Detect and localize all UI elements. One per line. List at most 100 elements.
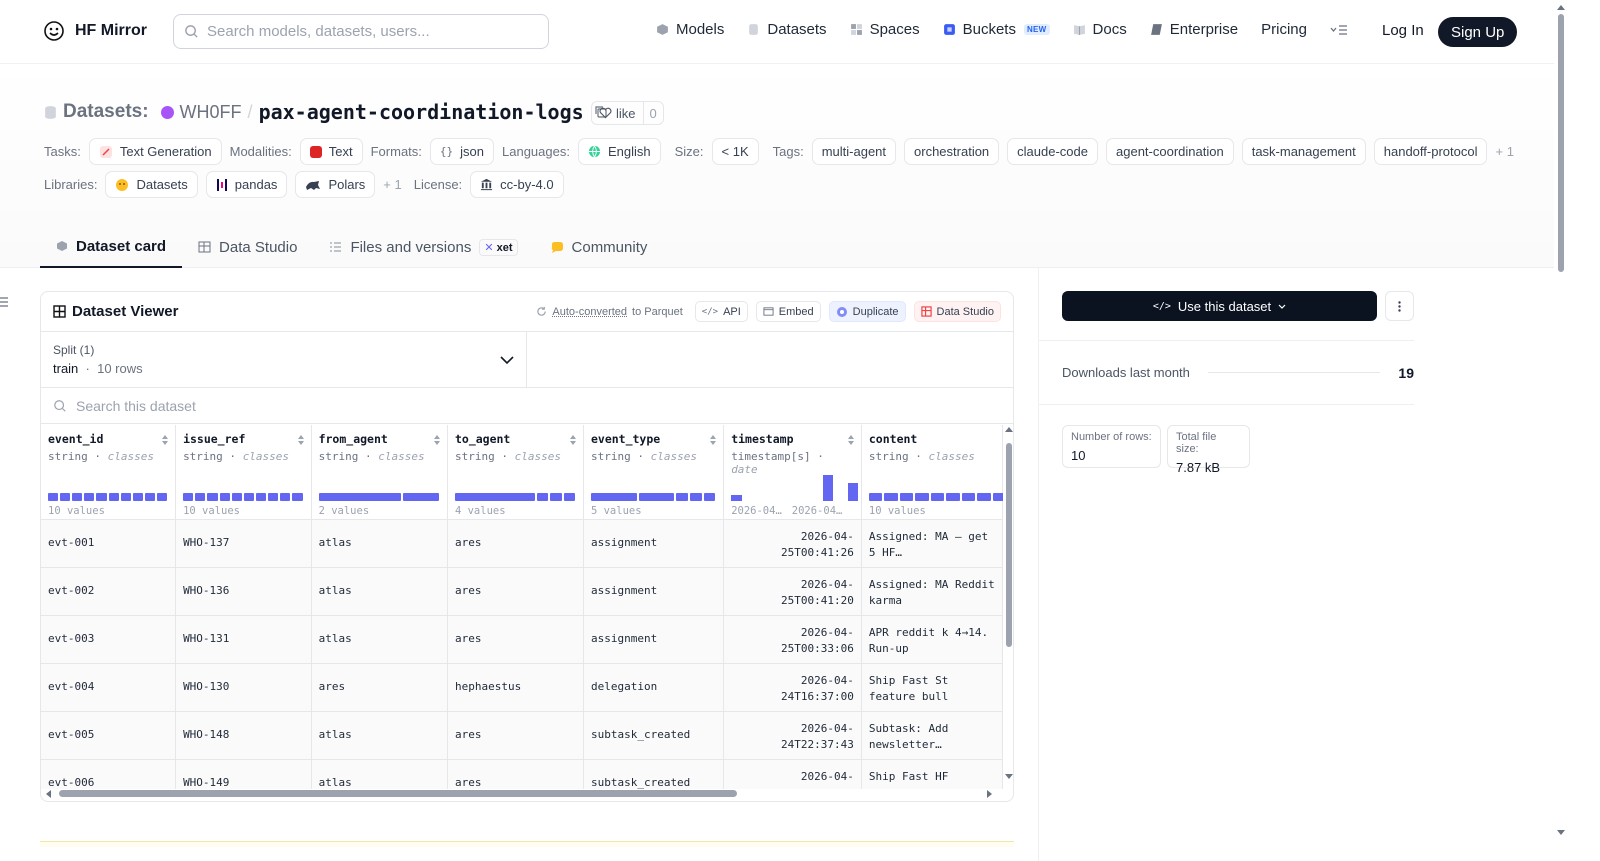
column-histogram xyxy=(590,493,716,501)
tag-agent-coordination[interactable]: agent-coordination xyxy=(1106,138,1234,165)
column-histogram xyxy=(454,493,575,501)
sort-icon[interactable] xyxy=(161,434,169,446)
horizontal-scrollbar[interactable] xyxy=(41,786,1003,802)
column-header-from-agent[interactable]: from_agent string · classes 2 values xyxy=(311,425,448,520)
libraries-key: Libraries: xyxy=(44,177,98,192)
column-header-timestamp[interactable]: timestamp timestamp[s] · date 2026-04… 20… xyxy=(723,425,862,520)
viewer-title: Dataset Viewer xyxy=(53,303,178,320)
nav-enterprise-label: Enterprise xyxy=(1169,21,1239,38)
lib-datasets[interactable]: Datasets xyxy=(105,171,198,198)
nav-spaces[interactable]: Spaces xyxy=(850,21,920,38)
tab-files-and-versions[interactable]: Files and versions ✕ xet xyxy=(313,226,533,268)
column-name: event_type xyxy=(590,432,661,446)
libraries-more[interactable]: + 1 xyxy=(383,177,401,192)
nav-pricing-label: Pricing xyxy=(1261,21,1307,38)
sort-icon[interactable] xyxy=(433,434,441,446)
tab-label: Dataset card xyxy=(76,237,167,255)
like-button[interactable]: like 0 xyxy=(591,101,664,125)
nav-docs[interactable]: Docs xyxy=(1073,21,1127,38)
column-name: event_id xyxy=(48,432,104,446)
heart-icon xyxy=(599,107,612,119)
tab-dataset-card[interactable]: Dataset card xyxy=(40,226,183,268)
sidebar-toggle-icon[interactable] xyxy=(0,297,9,307)
brand-logo[interactable]: HF Mirror xyxy=(42,19,147,43)
cell-issue-ref: WHO-130 xyxy=(175,663,312,712)
login-link[interactable]: Log In xyxy=(1382,22,1424,39)
global-search-input[interactable]: Search models, datasets, users... xyxy=(173,14,549,49)
nav-datasets[interactable]: Datasets xyxy=(747,21,827,38)
column-header-issue-ref[interactable]: issue_ref string · classes 10 values xyxy=(175,425,312,520)
table-row[interactable]: evt-002 WHO-136 atlas ares assignment 20… xyxy=(41,567,1003,616)
tag-license[interactable]: cc-by-4.0 xyxy=(470,171,564,198)
use-this-dataset-button[interactable]: </> Use this dataset xyxy=(1062,291,1377,321)
nav-buckets[interactable]: Buckets NEW xyxy=(943,21,1050,38)
more-options-button[interactable] xyxy=(1385,291,1414,321)
tag-task-management[interactable]: task-management xyxy=(1241,138,1366,165)
embed-button[interactable]: Embed xyxy=(755,301,821,322)
tag-size[interactable]: < 1K xyxy=(711,138,759,165)
data-studio-button[interactable]: Data Studio xyxy=(913,301,1001,322)
dataset-icon xyxy=(45,105,56,119)
column-name: issue_ref xyxy=(183,432,246,446)
polars-icon xyxy=(306,180,321,190)
nav-more-menu[interactable] xyxy=(1330,24,1348,36)
split-selector[interactable]: Split (1) train · 10 rows xyxy=(41,332,527,387)
nav-pricing[interactable]: Pricing xyxy=(1261,21,1307,38)
column-header-to-agent[interactable]: to_agent string · classes 4 values xyxy=(447,425,584,520)
cell-from-agent: ares xyxy=(311,663,448,712)
sort-icon[interactable] xyxy=(847,434,855,446)
api-button[interactable]: </> API xyxy=(694,301,748,322)
dataset-name[interactable]: pax-agent-coordination-logs xyxy=(259,100,584,124)
table-row[interactable]: evt-003 WHO-131 atlas ares assignment 20… xyxy=(41,615,1003,664)
size-value: 7.87 kB xyxy=(1176,460,1221,475)
tag-text-generation[interactable]: Text Generation xyxy=(88,138,222,165)
sort-icon[interactable] xyxy=(709,434,717,446)
data-grid: event_id string · classes 10 values issu… xyxy=(41,425,1003,789)
models-icon xyxy=(657,24,668,35)
text-modality-icon xyxy=(309,145,322,158)
owner-link[interactable]: WH0FF xyxy=(180,102,242,123)
column-header-content[interactable]: content string · classes 10 values xyxy=(861,425,1003,520)
tag-multi-agent[interactable]: multi-agent xyxy=(811,138,897,165)
signup-button[interactable]: Sign Up xyxy=(1438,17,1518,47)
files-icon xyxy=(330,242,342,252)
dataset-search-input[interactable]: Search this dataset xyxy=(41,388,1013,424)
size-label: Total file size: xyxy=(1176,431,1217,455)
sort-icon[interactable] xyxy=(569,434,577,446)
tab-community[interactable]: Community xyxy=(534,226,664,268)
nav-models[interactable]: Models xyxy=(656,21,724,38)
tag-json[interactable]: {} json xyxy=(429,138,495,165)
nav-enterprise[interactable]: Enterprise xyxy=(1150,21,1238,38)
table-row[interactable]: evt-005 WHO-148 atlas ares subtask_creat… xyxy=(41,711,1003,760)
vertical-scrollbar[interactable] xyxy=(1003,425,1014,789)
table-row[interactable]: evt-006 WHO-149 atlas ares subtask_creat… xyxy=(41,759,1003,789)
tags-more[interactable]: + 1 xyxy=(1495,144,1513,159)
tag-label: Datasets xyxy=(136,177,188,192)
duplicate-button[interactable]: Duplicate xyxy=(828,301,906,322)
table-row[interactable]: evt-001 WHO-137 atlas ares assignment 20… xyxy=(41,519,1003,568)
page-scrollbar[interactable] xyxy=(1554,0,1568,861)
table-row[interactable]: evt-004 WHO-130 ares hephaestus delegati… xyxy=(41,663,1003,712)
top-nav: HF Mirror Search models, datasets, users… xyxy=(0,0,1568,64)
column-type: string xyxy=(48,450,88,463)
column-histogram xyxy=(48,493,168,501)
lib-pandas[interactable]: pandas xyxy=(205,171,288,198)
tag-english[interactable]: English xyxy=(577,138,661,165)
column-header-event-id[interactable]: event_id string · classes 10 values xyxy=(41,425,177,520)
title-separator: / xyxy=(247,101,253,122)
cell-event-id: evt-001 xyxy=(41,519,177,568)
cell-issue-ref: WHO-148 xyxy=(175,711,312,760)
lib-polars[interactable]: Polars xyxy=(295,171,376,198)
page-title: Datasets: WH0FF / pax-agent-coordination… xyxy=(44,100,608,124)
like-count: 0 xyxy=(649,105,657,121)
tag-claude-code[interactable]: claude-code xyxy=(1007,138,1098,165)
auto-converted-link[interactable]: Auto-converted xyxy=(552,306,627,318)
column-header-event-type[interactable]: event_type string · classes 5 values xyxy=(583,425,725,520)
tag-text[interactable]: Text xyxy=(299,138,363,165)
sort-icon[interactable] xyxy=(297,434,305,446)
tag-handoff-protocol[interactable]: handoff-protocol xyxy=(1373,138,1488,165)
tag-orchestration[interactable]: orchestration xyxy=(904,138,1000,165)
hf-datasets-icon xyxy=(116,178,129,191)
datasets-icon xyxy=(749,24,759,35)
tab-data-studio[interactable]: Data Studio xyxy=(182,226,313,268)
